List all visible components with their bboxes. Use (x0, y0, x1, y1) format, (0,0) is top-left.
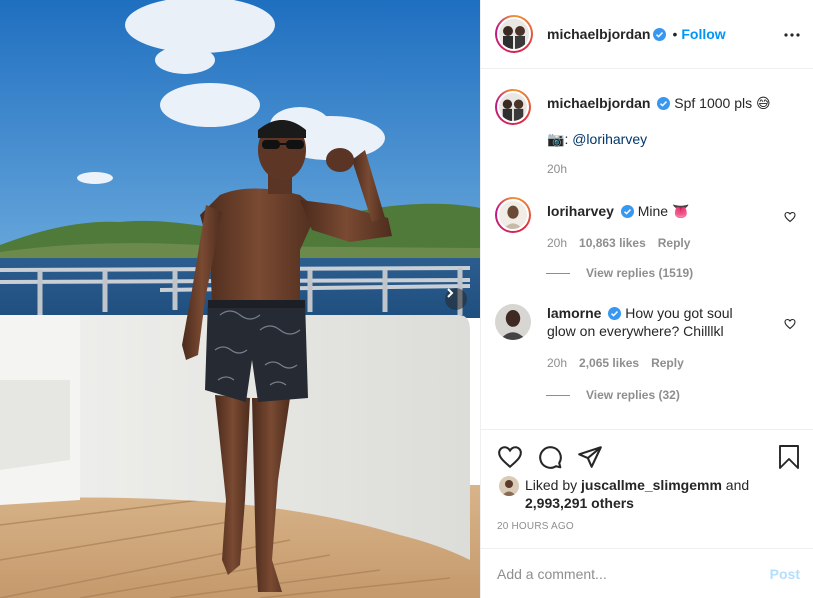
camera-emoji: 📷 (547, 131, 565, 147)
post-header: michaelbjordan • Follow (481, 0, 813, 69)
avatar-image (499, 201, 527, 229)
caption-mention-link[interactable]: @loriharvey (572, 131, 647, 147)
replies-divider-line (546, 272, 570, 274)
comment-item: loriharvey Mine 👅 20h 10,863 likes Reply (495, 197, 800, 252)
post-details-panel: michaelbjordan • Follow michaelbjordan S… (480, 0, 813, 598)
next-photo-button[interactable] (445, 288, 467, 310)
comment-likes[interactable]: 2,065 likes (579, 354, 639, 372)
post-comment-button[interactable]: Post (770, 566, 800, 582)
verified-badge-icon (620, 205, 634, 218)
author-username[interactable]: michaelbjordan (547, 26, 650, 42)
avatar-image (499, 476, 519, 496)
avatar-image (495, 304, 531, 340)
like-comment-heart-icon[interactable] (784, 211, 796, 223)
comment-input[interactable] (497, 565, 770, 582)
caption-text: Spf 1000 pls 😅 (674, 95, 771, 111)
follow-button[interactable]: Follow (681, 26, 725, 42)
comment-likes[interactable]: 10,863 likes (579, 234, 646, 252)
view-replies-button[interactable]: View replies (32) (546, 388, 680, 402)
comment-time[interactable]: 20h (547, 354, 567, 372)
photo-scene (0, 0, 480, 598)
caption: michaelbjordan Spf 1000 pls 😅 📷: @loriha… (495, 89, 800, 178)
reply-button[interactable]: Reply (658, 234, 691, 252)
reply-button[interactable]: Reply (651, 354, 684, 372)
caption-avatar[interactable] (495, 89, 531, 125)
more-dots-icon[interactable] (784, 27, 800, 43)
liked-by-summary: Liked by juscallme_slimgemm and 2,993,29… (499, 476, 785, 512)
save-bookmark-icon[interactable] (777, 444, 801, 470)
post-timestamp[interactable]: 20 HOURS AGO (497, 521, 574, 532)
share-send-icon[interactable] (577, 444, 603, 470)
avatar-image (499, 19, 529, 49)
comments-list[interactable]: michaelbjordan Spf 1000 pls 😅 📷: @loriha… (481, 70, 813, 428)
liked-by-others-count[interactable]: 2,993,291 others (525, 495, 634, 511)
comment-avatar[interactable] (495, 197, 531, 233)
author-avatar[interactable] (495, 15, 533, 53)
liked-by-prefix: Liked by (525, 477, 578, 493)
liker-avatar[interactable] (499, 476, 519, 496)
separator-dot: • (672, 26, 678, 42)
like-heart-icon[interactable] (497, 444, 523, 470)
liked-by-connector: and (725, 477, 750, 493)
comment-username[interactable]: lamorne (547, 305, 601, 321)
view-replies-label: View replies (32) (586, 388, 680, 402)
replies-divider-line (546, 394, 570, 396)
comment-bubble-icon[interactable] (537, 444, 563, 470)
comment-item: lamorne How you got soul glow on everywh… (495, 304, 800, 372)
comment-time[interactable]: 20h (547, 234, 567, 252)
add-comment-bar: Post (481, 548, 813, 598)
verified-badge-icon (608, 307, 622, 320)
liked-by-username[interactable]: juscallme_slimgemm (581, 477, 722, 493)
comment-avatar[interactable] (495, 304, 531, 340)
like-comment-heart-icon[interactable] (784, 318, 796, 330)
avatar-image (499, 93, 527, 121)
comment-text: Mine 👅 (637, 203, 690, 219)
instagram-post: michaelbjordan • Follow michaelbjordan S… (0, 0, 813, 598)
post-photo[interactable] (0, 0, 480, 598)
caption-time[interactable]: 20h (547, 160, 567, 178)
comment-username[interactable]: loriharvey (547, 203, 614, 219)
chevron-right-icon (447, 288, 454, 298)
caption-username[interactable]: michaelbjordan (547, 95, 650, 111)
verified-badge-icon (653, 27, 667, 41)
view-replies-button[interactable]: View replies (1519) (546, 266, 693, 280)
view-replies-label: View replies (1519) (586, 266, 694, 280)
verified-badge-icon (657, 97, 671, 110)
